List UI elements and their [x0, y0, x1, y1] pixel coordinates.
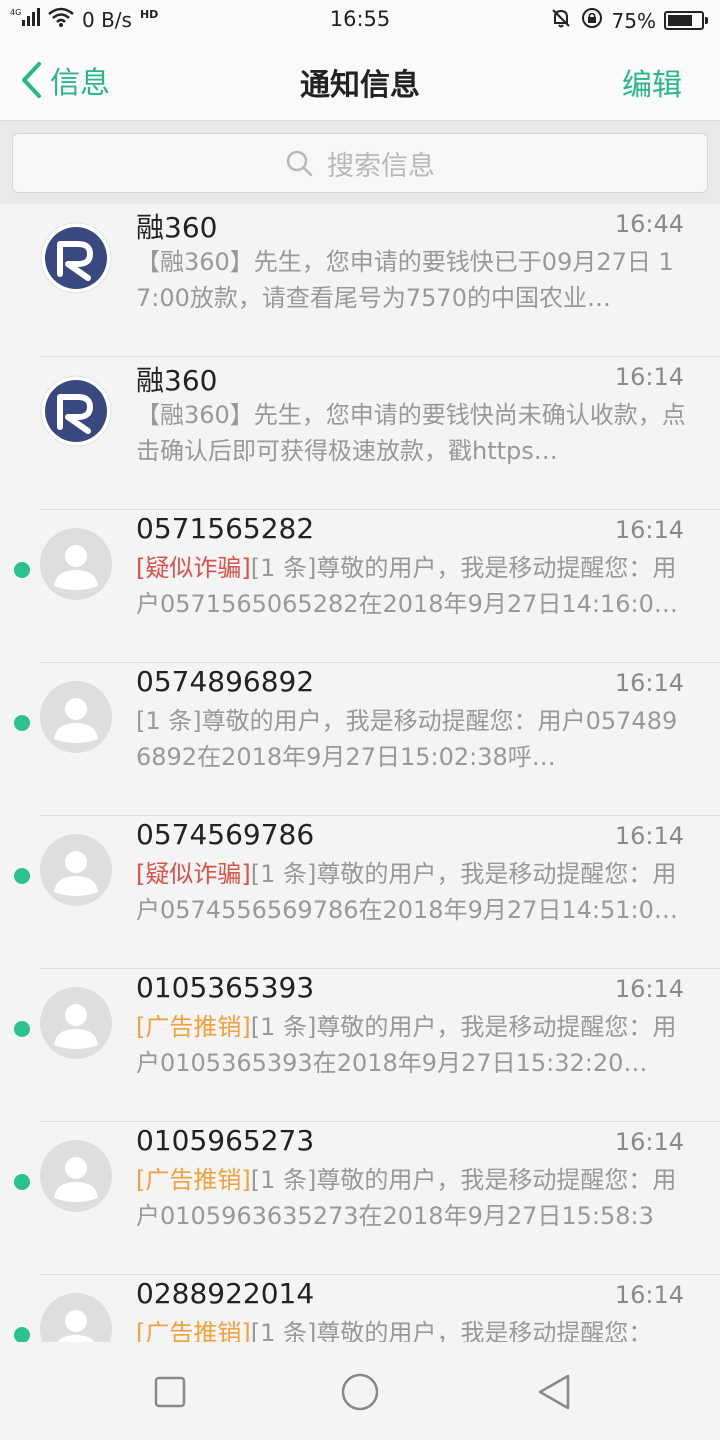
title-bar: 信息 通知信息 编辑	[0, 38, 720, 120]
edit-button[interactable]: 编辑	[622, 60, 682, 104]
search-input[interactable]: 搜索信息	[12, 133, 708, 193]
navigation-bar	[0, 1342, 720, 1440]
recent-apps-button[interactable]	[150, 1372, 190, 1412]
default-avatar-icon	[40, 681, 112, 753]
message-preview: 【融360】先生，您申请的要钱快尚未确认收款，点击确认后即可获得极速放款，戳ht…	[136, 397, 690, 469]
status-bar: 4G 0 B/s HD 16:55 75%	[0, 0, 720, 38]
message-time: 16:14	[614, 516, 684, 544]
unread-dot	[14, 1174, 30, 1190]
message-preview: [广告推销][1 条]尊敬的用户，我是移动提醒您：用户0105963635273…	[136, 1162, 690, 1234]
message-row[interactable]: 0288922014 16:14 [广告推销][1 条]尊敬的用户，我是移动提醒您：	[0, 1275, 720, 1342]
back-button[interactable]: 信息	[20, 58, 110, 102]
unread-dot	[14, 1021, 30, 1037]
message-preview: [广告推销][1 条]尊敬的用户，我是移动提醒您：用户0105365393在20…	[136, 1009, 690, 1081]
back-label: 信息	[50, 66, 110, 101]
status-right: 75%	[550, 6, 708, 35]
message-time: 16:44	[614, 210, 684, 238]
unread-dot	[14, 562, 30, 578]
default-avatar-icon	[40, 987, 112, 1059]
message-time: 16:14	[614, 975, 684, 1003]
message-row[interactable]: 0105365393 16:14 [广告推销][1 条]尊敬的用户，我是移动提醒您：…	[0, 969, 720, 1122]
message-preview: [广告推销][1 条]尊敬的用户，我是移动提醒您：	[136, 1315, 690, 1342]
message-sender: 0105365393	[136, 971, 315, 1004]
message-tag: [广告推销]	[136, 1319, 251, 1342]
message-sender: 融360	[136, 364, 218, 397]
battery-icon	[664, 11, 708, 30]
message-time: 16:14	[614, 822, 684, 850]
message-preview: [疑似诈骗][1 条]尊敬的用户，我是移动提醒您：用户0571565065282…	[136, 550, 690, 622]
search-placeholder: 搜索信息	[327, 150, 435, 182]
message-sender: 0574569786	[136, 818, 315, 851]
default-avatar-icon	[40, 1140, 112, 1212]
message-row[interactable]: 0571565282 16:14 [疑似诈骗][1 条]尊敬的用户，我是移动提醒您：…	[0, 510, 720, 663]
message-time: 16:14	[614, 1128, 684, 1156]
unread-dot	[14, 715, 30, 731]
battery-level	[668, 15, 692, 26]
message-text: 【融360】先生，您申请的要钱快尚未确认收款，点击确认后即可获得极速放款，戳ht…	[136, 401, 686, 465]
message-tag: [广告推销]	[136, 1013, 251, 1041]
message-text: [1 条]尊敬的用户，我是移动提醒您：用户0574896892在2018年9月2…	[136, 707, 678, 771]
triangle-back-icon	[538, 1374, 570, 1410]
message-time: 16:14	[614, 669, 684, 697]
message-row[interactable]: 0574569786 16:14 [疑似诈骗][1 条]尊敬的用户，我是移动提醒您：…	[0, 816, 720, 969]
battery-percent: 75%	[611, 8, 656, 33]
search-area: 搜索信息	[0, 120, 720, 204]
message-tag: [广告推销]	[136, 1166, 251, 1194]
message-preview: 【融360】先生，您申请的要钱快已于09月27日 17:00放款，请查看尾号为7…	[136, 244, 690, 316]
chevron-left-icon	[22, 62, 41, 98]
message-row[interactable]: 0574896892 16:14 [1 条]尊敬的用户，我是移动提醒您：用户0574…	[0, 663, 720, 816]
message-row[interactable]: 融360 16:44 【融360】先生，您申请的要钱快已于09月27日 17:00放…	[0, 204, 720, 357]
rong360-logo-icon	[40, 375, 112, 447]
message-sender: 0574896892	[136, 665, 315, 698]
message-time: 16:14	[614, 363, 684, 391]
message-text: 【融360】先生，您申请的要钱快已于09月27日 17:00放款，请查看尾号为7…	[136, 248, 674, 312]
rong360-logo-icon	[40, 222, 112, 294]
home-button[interactable]	[340, 1372, 380, 1412]
message-list: 融360 16:44 【融360】先生，您申请的要钱快已于09月27日 17:00放…	[0, 204, 720, 1342]
message-sender: 融360	[136, 211, 218, 244]
mute-bell-icon	[550, 7, 572, 34]
default-avatar-icon	[40, 528, 112, 600]
circle-icon	[341, 1373, 379, 1411]
message-sender: 0571565282	[136, 512, 315, 545]
message-row[interactable]: 0105965273 16:14 [广告推销][1 条]尊敬的用户，我是移动提醒您：…	[0, 1122, 720, 1275]
default-avatar-icon	[40, 834, 112, 906]
square-icon	[154, 1376, 186, 1408]
message-preview: [1 条]尊敬的用户，我是移动提醒您：用户0574896892在2018年9月2…	[136, 703, 690, 775]
message-time: 16:14	[614, 1281, 684, 1309]
message-tag: [疑似诈骗]	[136, 554, 251, 582]
message-text: [1 条]尊敬的用户，我是移动提醒您：	[250, 1319, 653, 1342]
default-avatar-icon	[40, 1293, 112, 1342]
message-sender: 0288922014	[136, 1277, 315, 1310]
rotation-lock-icon	[580, 6, 604, 35]
message-tag: [疑似诈骗]	[136, 860, 251, 888]
back-nav-button[interactable]	[534, 1372, 574, 1412]
message-sender: 0105965273	[136, 1124, 315, 1157]
unread-dot	[14, 1327, 30, 1342]
message-row[interactable]: 融360 16:14 【融360】先生，您申请的要钱快尚未确认收款，点击确认后即可获…	[0, 357, 720, 510]
search-icon	[286, 150, 313, 177]
message-preview: [疑似诈骗][1 条]尊敬的用户，我是移动提醒您：用户0574556569786…	[136, 856, 690, 928]
unread-dot	[14, 868, 30, 884]
